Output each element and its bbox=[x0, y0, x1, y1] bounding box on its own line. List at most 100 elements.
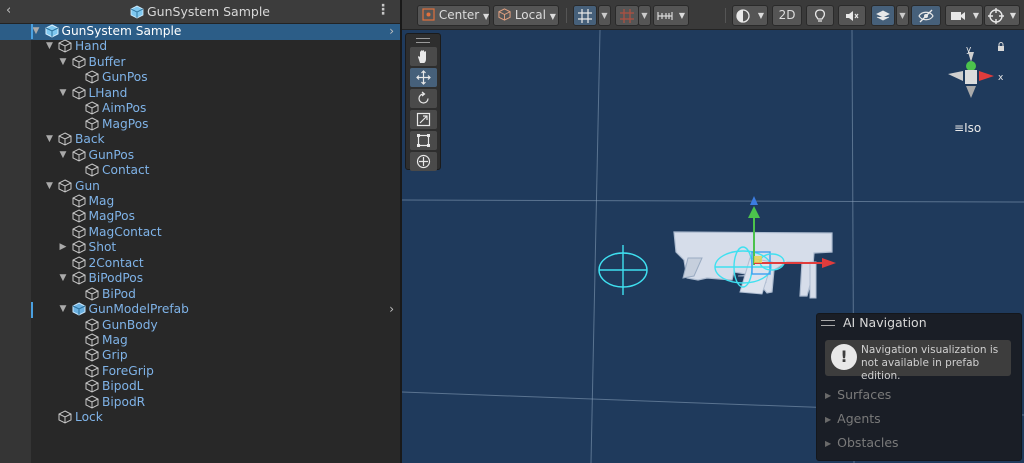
rotate-tool-button[interactable] bbox=[410, 89, 437, 108]
hierarchy-row[interactable]: ▼ GunSystem Sample › bbox=[0, 24, 400, 40]
move-tool-button[interactable] bbox=[410, 68, 437, 87]
hierarchy-row[interactable]: MagPos bbox=[0, 209, 400, 225]
scene-view[interactable]: Center ▼ Local ▼ ▼ ▼ ▼ ▼ 2D ▼ ▼ ▼ y x ≡I… bbox=[402, 0, 1024, 463]
hierarchy-row[interactable]: ForeGrip bbox=[0, 364, 400, 380]
hierarchy-row[interactable]: BiPod bbox=[0, 287, 400, 303]
audio-mute-icon bbox=[846, 11, 859, 21]
hierarchy-row-label: Contact bbox=[102, 163, 150, 178]
expand-down-icon[interactable]: ▼ bbox=[33, 25, 43, 37]
hierarchy-row-label: Buffer bbox=[88, 54, 126, 69]
expand-down-icon[interactable]: ▼ bbox=[46, 133, 56, 145]
draw-mode-dropdown[interactable]: ▼ bbox=[732, 5, 768, 26]
pivot-space-dropdown[interactable]: Local ▼ bbox=[493, 5, 559, 26]
rect-transform-icon bbox=[417, 134, 430, 147]
expand-down-icon[interactable]: ▼ bbox=[60, 303, 70, 315]
expand-down-icon[interactable]: ▼ bbox=[46, 40, 56, 52]
hierarchy-row[interactable]: MagContact bbox=[0, 225, 400, 241]
overlay-grip-handle[interactable] bbox=[416, 38, 430, 43]
pivot-mode-label: Center bbox=[438, 8, 480, 22]
gizmo-crosshair-icon bbox=[988, 8, 1004, 24]
hierarchy-row[interactable]: 2Contact bbox=[0, 256, 400, 272]
increment-snap-toggle[interactable] bbox=[615, 5, 639, 26]
ruler-tool-dropdown[interactable]: ▼ bbox=[653, 5, 689, 26]
hierarchy-row[interactable]: ▼ LHand bbox=[0, 86, 400, 102]
expand-down-icon[interactable]: ▼ bbox=[60, 87, 70, 99]
open-prefab-chevron-icon[interactable]: › bbox=[389, 302, 394, 316]
lock-icon[interactable] bbox=[996, 42, 1006, 52]
hand-icon bbox=[418, 50, 426, 63]
gameobject-cube-icon bbox=[85, 348, 99, 362]
hierarchy-row[interactable]: ▼ BiPodPos bbox=[0, 271, 400, 287]
navigation-warning-text: Navigation visualization is not availabl… bbox=[861, 344, 999, 382]
lighting-toggle[interactable] bbox=[806, 5, 834, 26]
hierarchy-row[interactable]: Mag bbox=[0, 333, 400, 349]
hierarchy-row-label: GunModelPrefab bbox=[88, 302, 189, 317]
expand-down-icon[interactable]: ▼ bbox=[60, 272, 70, 284]
scale-tool-button[interactable] bbox=[410, 110, 437, 129]
orientation-gizmo[interactable]: y x bbox=[938, 44, 1008, 106]
hierarchy-row[interactable]: Contact bbox=[0, 163, 400, 179]
mode-2d-toggle[interactable]: 2D bbox=[772, 5, 802, 26]
hierarchy-row-label: MagPos bbox=[88, 209, 135, 224]
hierarchy-row[interactable]: Mag bbox=[0, 194, 400, 210]
pivot-mode-dropdown[interactable]: Center ▼ bbox=[417, 5, 490, 26]
hierarchy-row[interactable]: GunBody bbox=[0, 318, 400, 334]
rect-tool-button[interactable] bbox=[410, 131, 437, 150]
grid-snap-menu[interactable]: ▼ bbox=[598, 5, 611, 26]
expand-down-icon[interactable]: ▼ bbox=[46, 180, 56, 192]
layers-icon bbox=[876, 10, 890, 21]
audio-toggle[interactable] bbox=[838, 5, 866, 26]
effects-menu[interactable]: ▼ bbox=[896, 5, 909, 26]
section-agents[interactable]: ▶ Agents bbox=[825, 411, 881, 426]
prefab-cube-icon bbox=[130, 5, 144, 19]
ai-navigation-overlay: AI Navigation ! Navigation visualization… bbox=[816, 313, 1022, 461]
hierarchy-row[interactable]: ▼ Buffer bbox=[0, 55, 400, 71]
projection-toggle[interactable]: ≡Iso bbox=[954, 121, 981, 135]
hierarchy-row-label: Mag bbox=[88, 193, 115, 208]
gameobject-cube-icon bbox=[58, 410, 72, 424]
hierarchy-row[interactable]: ▼ GunPos bbox=[0, 148, 400, 164]
effects-toggle[interactable] bbox=[871, 5, 895, 26]
transform-all-icon bbox=[416, 154, 431, 169]
hierarchy-row[interactable]: BipodL bbox=[0, 379, 400, 395]
hierarchy-row[interactable]: MagPos bbox=[0, 117, 400, 133]
ai-navigation-title: AI Navigation bbox=[843, 315, 927, 330]
hand-tool-button[interactable] bbox=[410, 47, 437, 66]
hierarchy-row[interactable]: ▼ Gun bbox=[0, 179, 400, 195]
transform-tool-button[interactable] bbox=[410, 152, 437, 171]
gameobject-cube-icon bbox=[85, 287, 99, 301]
hierarchy-row[interactable]: ▼ Back bbox=[0, 132, 400, 148]
hierarchy-row[interactable]: Lock bbox=[0, 410, 400, 426]
scene-visibility-toggle[interactable] bbox=[911, 5, 941, 26]
increment-snap-menu[interactable]: ▼ bbox=[638, 5, 651, 26]
hierarchy-row[interactable]: ▼ GunModelPrefab › bbox=[0, 302, 400, 318]
hierarchy-row[interactable]: ▼ Hand bbox=[0, 39, 400, 55]
camera-settings-dropdown[interactable]: ▼ bbox=[945, 5, 983, 26]
expand-right-icon[interactable]: ▶ bbox=[60, 241, 70, 253]
gameobject-cube-icon bbox=[72, 148, 86, 162]
gizmos-dropdown[interactable]: ▼ bbox=[984, 5, 1020, 26]
hierarchy-title-text: GunSystem Sample bbox=[147, 4, 270, 19]
hierarchy-row[interactable]: ▶ Shot bbox=[0, 240, 400, 256]
chevron-down-icon: ▼ bbox=[899, 11, 906, 20]
hierarchy-row[interactable]: BipodR bbox=[0, 395, 400, 411]
hierarchy-row[interactable]: Grip bbox=[0, 348, 400, 364]
section-obstacles[interactable]: ▶ Obstacles bbox=[825, 435, 899, 450]
kebab-menu-icon[interactable]: ⋮ bbox=[376, 2, 390, 18]
hierarchy-row[interactable]: GunPos bbox=[0, 70, 400, 86]
open-prefab-chevron-icon[interactable]: › bbox=[389, 24, 394, 38]
expand-down-icon[interactable]: ▼ bbox=[60, 56, 70, 68]
prefab-override-marker bbox=[31, 302, 33, 318]
section-surfaces[interactable]: ▶ Surfaces bbox=[825, 387, 891, 402]
overlay-grip-handle[interactable] bbox=[821, 320, 835, 326]
chevron-down-icon: ▼ bbox=[601, 11, 608, 20]
hierarchy-title: GunSystem Sample bbox=[0, 4, 400, 19]
hierarchy-row[interactable]: AimPos bbox=[0, 101, 400, 117]
expand-down-icon[interactable]: ▼ bbox=[60, 149, 70, 161]
gameobject-cube-icon bbox=[85, 379, 99, 393]
chevron-down-icon: ▼ bbox=[549, 12, 556, 21]
chevron-down-icon: ▼ bbox=[972, 11, 979, 20]
camera-icon bbox=[951, 12, 965, 20]
gameobject-cube-icon bbox=[85, 117, 99, 131]
grid-snap-toggle[interactable] bbox=[573, 5, 597, 26]
